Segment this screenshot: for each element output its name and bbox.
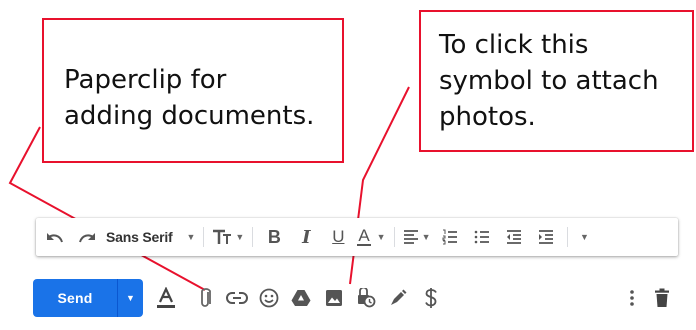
google-drive-icon [291,290,311,306]
caret-down-icon: ▼ [186,232,196,242]
toolbar-divider [393,227,395,247]
annotation-text-line: adding documents. [64,101,315,131]
attach-files-button[interactable] [192,285,218,311]
font-family-value: Sans Serif [106,229,173,245]
send-money-button[interactable] [418,285,444,311]
toolbar-divider [203,227,205,247]
text-color-button[interactable]: A ▼ [357,223,386,251]
link-icon [226,292,248,304]
font-size-select[interactable]: ▼ [212,223,244,251]
send-options-button[interactable]: ▼ [118,293,143,303]
insert-signature-button[interactable] [385,285,411,311]
chevron-down-icon: ▼ [580,232,589,242]
signature-icon [391,289,407,305]
italic-icon: I [302,226,311,248]
font-family-select[interactable]: Sans Serif ▼ [106,223,195,251]
confidential-mode-button[interactable] [353,285,379,311]
bulleted-list-icon [474,230,489,244]
discard-draft-button[interactable] [649,285,675,311]
insert-emoji-button[interactable] [256,285,282,311]
redo-icon [79,233,95,243]
text-color-icon: A [357,226,371,246]
toolbar-divider [252,227,254,247]
caret-down-icon: ▼ [126,293,135,303]
more-options-icon [630,290,634,306]
text-size-icon [213,229,232,244]
numbered-list-icon [442,229,457,245]
italic-button[interactable]: I [293,223,319,251]
bold-button[interactable]: B [261,223,287,251]
undo-button[interactable] [42,223,68,251]
numbered-list-button[interactable] [437,223,463,251]
annotation-photo: To click this symbol to attach photos. [419,10,694,152]
underline-icon: U [332,227,345,246]
annotation-paperclip: Paperclip for adding documents. [42,18,344,163]
indent-less-button[interactable] [501,223,527,251]
insert-link-button[interactable] [224,285,250,311]
indent-more-button[interactable] [533,223,559,251]
underline-button[interactable]: U [325,223,351,251]
indent-more-icon [538,230,553,244]
caret-down-icon: ▼ [235,232,245,242]
insert-drive-file-button[interactable] [288,285,314,311]
more-options-button[interactable] [619,285,645,311]
bold-icon: B [267,226,281,247]
undo-icon [47,233,63,243]
dollar-icon [425,288,437,308]
align-select[interactable]: ▼ [403,223,431,251]
confidential-mode-icon [358,288,376,308]
paperclip-icon [201,288,211,307]
trash-icon [655,288,669,307]
more-formatting-button[interactable]: ▼ [574,223,596,251]
send-button[interactable]: Send [33,290,117,306]
annotation-text-line: photos. [439,102,536,132]
formatting-toolbar: Sans Serif ▼ ▼ B I U A ▼ ▼ ▼ [36,218,678,256]
annotation-text-line: Paperclip for [64,65,227,95]
caret-down-icon: ▼ [376,232,386,242]
formatting-options-icon [157,287,175,308]
caret-down-icon: ▼ [421,232,431,242]
emoji-icon [259,288,279,308]
photo-icon [326,290,342,306]
annotation-text-line: symbol to attach [439,66,659,96]
indent-less-icon [506,230,521,244]
formatting-options-button[interactable] [153,285,179,311]
send-button-group: Send ▼ [33,279,143,317]
redo-button[interactable] [74,223,100,251]
align-left-icon [403,230,418,244]
toolbar-divider [566,227,568,247]
insert-photo-button[interactable] [321,285,347,311]
bulleted-list-button[interactable] [469,223,495,251]
annotation-text-line: To click this [439,30,589,60]
